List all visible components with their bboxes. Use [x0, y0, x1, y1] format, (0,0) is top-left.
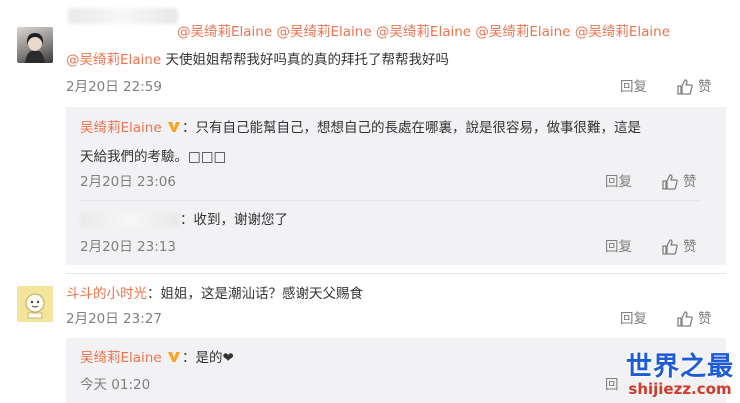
reply-text: 吴绮莉Elaine ：是的❤ — [80, 348, 234, 368]
watermark-url: shijiezz.com — [628, 380, 732, 398]
reply-timestamp[interactable]: 今天 01:20 — [80, 375, 150, 395]
reply-body-line1: ：只有自己能幫自己，想想自己的長處在哪裏，說是很容易，做事很難，這是 — [181, 120, 641, 136]
reply-button[interactable]: 回复 — [620, 77, 647, 97]
watermark-title: 世界之最 — [625, 352, 734, 382]
reply-body: ：是的❤ — [181, 350, 234, 366]
thumbs-up-icon — [662, 239, 678, 255]
avatar-image — [17, 286, 53, 322]
thumbs-up-icon — [677, 311, 693, 327]
reply-timestamp[interactable]: 2月20日 23:06 — [80, 172, 176, 192]
comment-mentions[interactable]: @吴绮莉Elaine @吴绮莉Elaine @吴绮莉Elaine @吴绮莉Ela… — [177, 22, 670, 42]
reply-body: ：收到，谢谢您了 — [180, 212, 288, 228]
comment-text: @吴绮莉Elaine 天使姐姐帮帮我好吗真的真的拜托了帮帮我好吗 — [66, 50, 449, 70]
reply-button[interactable]: 回 — [605, 375, 619, 395]
reply-text: 吴绮莉Elaine ：只有自己能幫自己，想想自己的長處在哪裏，說是很容易，做事很… — [80, 118, 641, 138]
reply-divider — [80, 200, 700, 201]
reply-author[interactable]: 吴绮莉Elaine — [80, 350, 162, 366]
verified-v-icon — [167, 352, 180, 362]
avatar[interactable] — [17, 27, 53, 63]
comment-body: 天使姐姐帮帮我好吗真的真的拜托了帮帮我好吗 — [161, 52, 449, 68]
reply-button[interactable]: 回复 — [620, 309, 647, 329]
comment-author[interactable]: 斗斗的小时光 — [66, 286, 147, 302]
avatar[interactable] — [17, 286, 53, 322]
like-label: 赞 — [683, 239, 697, 255]
verified-v-icon — [167, 122, 180, 132]
reply-button[interactable]: 回复 — [605, 237, 632, 257]
thumbs-up-icon — [662, 174, 678, 190]
mention-link[interactable]: @吴绮莉Elaine — [66, 52, 161, 68]
reply-timestamp[interactable]: 2月20日 23:13 — [80, 237, 176, 257]
blurred-username — [68, 8, 178, 24]
avatar-image — [25, 33, 45, 63]
comment-timestamp[interactable]: 2月20日 23:27 — [66, 309, 162, 329]
reply-author[interactable]: 吴绮莉Elaine — [80, 120, 162, 136]
like-button[interactable]: 赞 — [661, 172, 697, 192]
comment-body: ：姐姐，这是潮汕话？感谢天父赐食 — [147, 286, 363, 302]
thumbs-up-icon — [677, 79, 693, 95]
comment-text: 斗斗的小时光：姐姐，这是潮汕话？感谢天父赐食 — [66, 284, 363, 304]
like-label: 赞 — [698, 79, 712, 95]
like-label: 赞 — [698, 311, 712, 327]
reply-button[interactable]: 回复 — [605, 172, 632, 192]
like-label: 赞 — [683, 174, 697, 190]
like-button[interactable]: 赞 — [676, 77, 712, 97]
comment-divider — [66, 273, 726, 274]
blurred-username — [80, 212, 180, 228]
comment-timestamp[interactable]: 2月20日 22:59 — [66, 77, 162, 97]
reply-body-line2: 天給我們的考驗。□□□ — [80, 149, 227, 165]
like-button[interactable]: 赞 — [676, 309, 712, 329]
like-button[interactable]: 赞 — [661, 237, 697, 257]
site-watermark: 世界之最 shijiezz.com — [626, 353, 734, 397]
